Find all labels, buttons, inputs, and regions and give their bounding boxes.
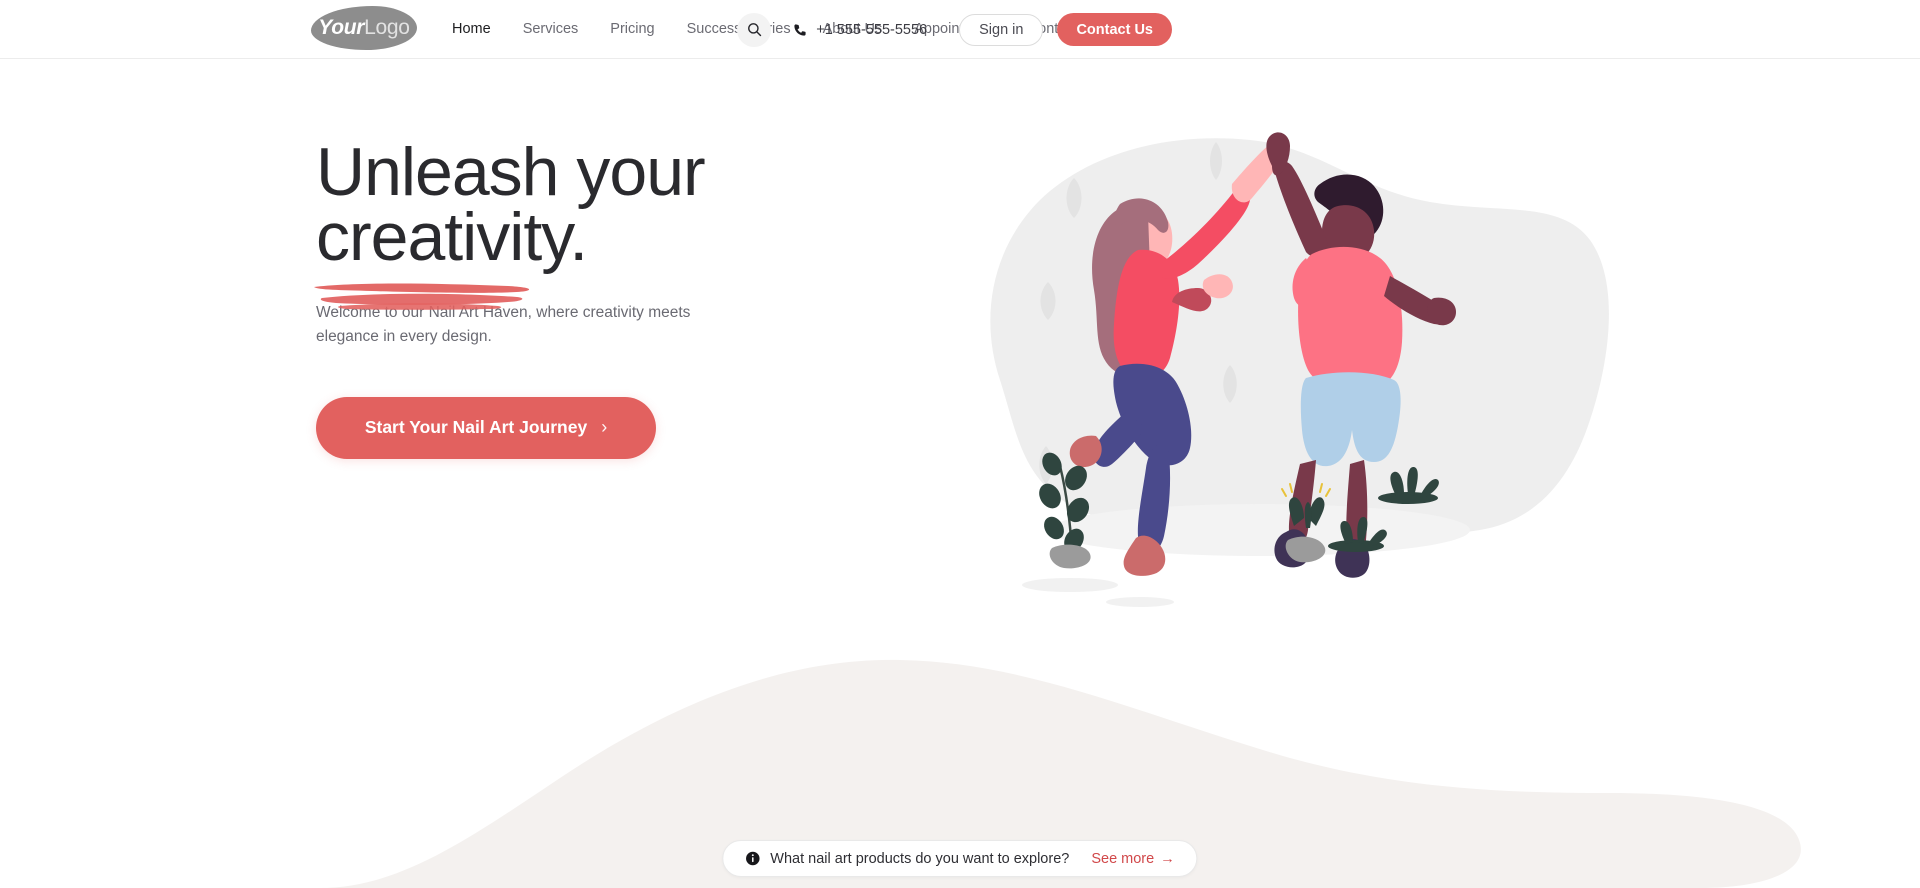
ground-shadow-small-left <box>1022 578 1118 592</box>
hero-title-line2-wrap: creativity. <box>314 203 588 311</box>
logo-text: YourLogo <box>318 15 410 39</box>
phone-icon <box>794 23 806 36</box>
nav-item-home[interactable]: Home <box>452 0 507 59</box>
ground-shadow <box>1050 504 1470 556</box>
nav-item-services[interactable]: Services <box>507 0 595 59</box>
navbar-actions: +1 555-555-5556 Sign in Contact Us <box>737 0 1920 59</box>
page-title: Unleash your creativity. <box>314 138 876 311</box>
two-people-high-five-illustration <box>990 132 1609 607</box>
search-button[interactable] <box>737 12 772 47</box>
hero-title-line2: creativity. <box>316 199 588 276</box>
nav-item-pricing[interactable]: Pricing <box>594 0 670 59</box>
hero-subtitle: Welcome to our Nail Art Haven, where cre… <box>316 303 691 345</box>
info-icon <box>746 851 760 866</box>
cta-label: Start Your Nail Art Journey <box>364 417 588 438</box>
start-journey-button[interactable]: Start Your Nail Art Journey › <box>316 396 656 459</box>
see-more-label: See more <box>1091 850 1155 867</box>
logo-secondary-text: Logo <box>364 15 410 39</box>
explore-prompt-text: What nail art products do you want to ex… <box>770 850 1070 867</box>
search-icon <box>747 23 761 37</box>
navbar: YourLogo Home Services Pricing Success S… <box>0 0 1920 59</box>
chevron-right-icon: › <box>601 417 608 438</box>
contact-us-button[interactable]: Contact Us <box>1057 13 1172 46</box>
arrow-right-icon: → <box>1160 850 1175 867</box>
man-shirt <box>1298 246 1403 391</box>
page-root: YourLogo Home Services Pricing Success S… <box>0 0 1920 888</box>
hero-illustration <box>960 130 1620 650</box>
logo-primary-text: Your <box>318 15 365 39</box>
hero-text-block: Unleash your creativity. Welcome to our … <box>314 138 876 459</box>
logo[interactable]: YourLogo <box>311 6 417 50</box>
phone-number: +1 555-555-5556 <box>816 21 928 38</box>
see-more-link[interactable]: See more → <box>1091 851 1174 867</box>
phone-link[interactable]: +1 555-555-5556 <box>793 22 927 38</box>
explore-prompt-bar[interactable]: What nail art products do you want to ex… <box>722 840 1198 877</box>
ground-shadow-small-mid <box>1106 597 1174 607</box>
signin-button[interactable]: Sign in <box>959 13 1044 46</box>
